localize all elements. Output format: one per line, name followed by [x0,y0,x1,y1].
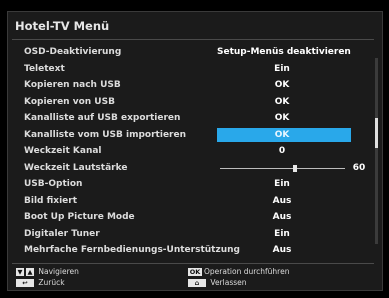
hint-operate: OK Operation durchführen [188,267,289,277]
menu-item-value: OK [274,96,290,107]
menu-item-osd-deaktivierung[interactable]: OSD-Deaktivierung Setup-Menüs deaktivier… [12,44,374,61]
footer-hints: ▼ ▲ Navigieren ↩ Zurück OK Operation durch… [12,263,374,290]
home-icon: ⌂ [188,279,206,287]
menu-item-label: Boot Up Picture Mode [24,212,135,222]
menu-item-boot-up-picture-mode[interactable]: Boot Up Picture Mode Aus [12,209,374,226]
menu-item-label: Kopieren von USB [24,96,115,107]
menu-item-label: Weckzeit Lautstärke [24,162,128,173]
menu-item-digitaler-tuner[interactable]: Digitaler Tuner Ein [12,226,374,243]
menu-item-teletext[interactable]: Teletext Ein [12,61,374,78]
menu-item-bild-fixiert[interactable]: Bild fixiert Aus [12,193,374,210]
menu-item-weckzeit-lautstaerke[interactable]: Weckzeit Lautstärke 60 [12,160,374,177]
menu-item-label: Mehrfache Fernbedienungs-Unterstützung [24,245,240,255]
ok-key-icon: OK [188,268,202,276]
hint-navigate: ▼ ▲ Navigieren [16,267,79,277]
hotel-tv-menu-window: Hotel-TV Menü OSD-Deaktivierung Setup-Me… [7,11,383,291]
menu-item-weckzeit-kanal[interactable]: Weckzeit Kanal 0 [12,143,374,160]
arrow-down-icon: ▼ [16,268,24,276]
arrow-up-icon: ▲ [26,268,34,276]
menu-item-usb-option[interactable]: USB-Option Ein [12,176,374,193]
volume-slider-track[interactable] [220,167,345,169]
menu-item-value: 0 [278,146,286,156]
menu-item-value: Aus [272,212,292,222]
menu-item-kopieren-von-usb[interactable]: Kopieren von USB OK [12,94,374,111]
menu-item-value: Aus [272,195,292,206]
menu-item-value: Ein [274,63,290,74]
hint-navigate-label: Navigieren [38,267,79,276]
volume-slider-knob[interactable] [293,164,297,172]
menu-title: Hotel-TV Menü [15,19,110,33]
menu-item-value: OK [274,113,290,123]
menu-item-label: Weckzeit Kanal [24,146,102,156]
menu-item-value: OK [274,80,290,90]
menu-item-label: USB-Option [24,179,83,189]
menu-item-label: Teletext [24,63,65,74]
hint-back: ↩ Zurück [16,278,65,288]
menu-item-label: Bild fixiert [24,195,78,206]
menu-item-kopieren-nach-usb[interactable]: Kopieren nach USB OK [12,77,374,94]
menu-item-label: Digitaler Tuner [24,228,100,239]
menu-item-label: Kanalliste vom USB importieren [24,129,186,140]
menu-item-value: Aus [272,245,292,255]
menu-item-label: Kanalliste auf USB exportieren [24,113,181,123]
back-icon: ↩ [16,279,34,287]
hint-operate-label: Operation durchführen [204,267,290,276]
menu-scrollbar[interactable] [375,58,378,244]
menu-item-mehrfache-fernbedienung[interactable]: Mehrfache Fernbedienungs-Unterstützung A… [12,242,374,259]
menu-item-kanalliste-importieren[interactable]: Kanalliste vom USB importieren OK [12,127,374,144]
scrollbar-thumb[interactable] [375,118,378,148]
menu-item-value: Ein [274,228,290,239]
hint-exit: ⌂ Verlassen [188,278,247,288]
menu-item-kanalliste-exportieren[interactable]: Kanalliste auf USB exportieren OK [12,110,374,127]
menu-item-value: Setup-Menüs deaktivieren [217,47,351,57]
volume-slider-value: 60 [352,162,366,173]
hint-exit-label: Verlassen [210,278,247,287]
menu-item-label: Kopieren nach USB [24,80,121,90]
menu-item-value: OK [274,129,290,140]
menu-list: OSD-Deaktivierung Setup-Menüs deaktivier… [12,39,374,263]
menu-item-label: OSD-Deaktivierung [24,47,122,57]
menu-item-value: Ein [274,179,290,189]
hint-back-label: Zurück [38,278,65,287]
